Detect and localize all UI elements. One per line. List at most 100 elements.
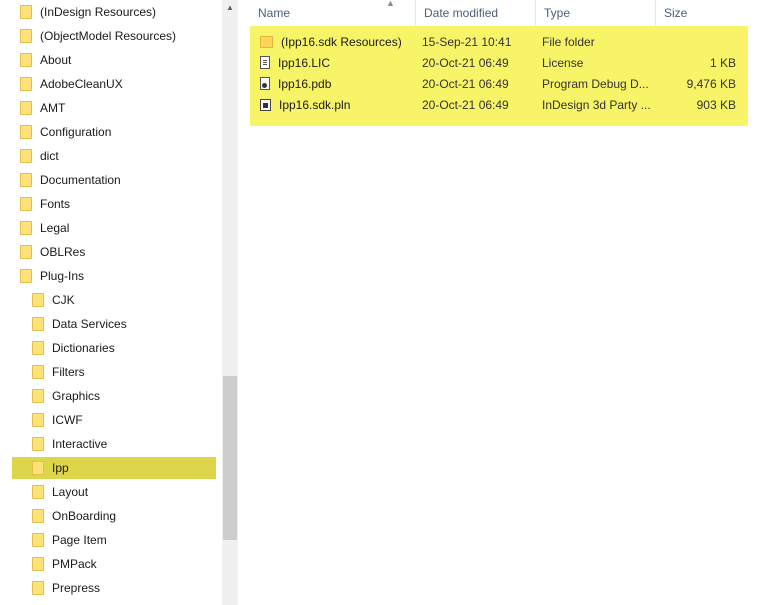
folder-icon	[32, 557, 44, 571]
file-size-cell: 903 KB	[696, 97, 736, 112]
column-header-date[interactable]: Date modified	[416, 0, 536, 26]
nav-item-label: About	[40, 53, 72, 67]
scrollbar-thumb[interactable]	[223, 376, 237, 540]
file-row[interactable]: Ipp16.pdb 20-Oct-21 06:49 Program Debug D.…	[250, 73, 748, 94]
nav-item-label: Interactive	[52, 437, 108, 451]
folder-icon	[20, 197, 32, 211]
folder-icon	[32, 437, 44, 451]
column-header-name-label: Name	[258, 6, 291, 20]
column-header-date-label: Date modified	[424, 6, 499, 20]
nav-item-label: Configuration	[40, 125, 112, 139]
nav-item-label: ICWF	[52, 413, 83, 427]
folder-icon	[32, 365, 44, 379]
nav-item-legal[interactable]: Legal	[0, 217, 222, 239]
column-header-size[interactable]: Size	[656, 0, 736, 26]
folder-icon	[32, 389, 44, 403]
file-row[interactable]: (Ipp16.sdk Resources) 15-Sep-21 10:41 File…	[250, 31, 748, 52]
nav-item-label: OBLRes	[40, 245, 86, 259]
folder-icon	[260, 35, 273, 48]
navigation-scrollbar[interactable]: ▲	[222, 0, 238, 605]
nav-item-label: CJK	[52, 293, 75, 307]
nav-item-page-item[interactable]: Page Item	[0, 529, 222, 551]
file-type-cell: Program Debug D...	[542, 76, 649, 91]
navigation-pane: (InDesign Resources) (ObjectModel Resourc…	[0, 0, 222, 605]
nav-item-layout[interactable]: Layout	[0, 481, 222, 503]
nav-item-label: OnBoarding	[52, 509, 117, 523]
nav-item-label: Data Services	[52, 317, 127, 331]
folder-icon	[20, 29, 32, 43]
column-header-type[interactable]: Type	[536, 0, 656, 26]
nav-item-graphics[interactable]: Graphics	[0, 385, 222, 407]
folder-icon	[32, 317, 44, 331]
nav-item-onboarding[interactable]: OnBoarding	[0, 505, 222, 527]
nav-item-oblres[interactable]: OBLRes	[0, 241, 222, 263]
folder-icon	[20, 245, 32, 259]
plugin-file-icon	[260, 98, 271, 111]
folder-icon	[32, 293, 44, 307]
nav-item-label: AMT	[40, 101, 66, 115]
nav-item-dict[interactable]: dict	[0, 145, 222, 167]
file-row[interactable]: Ipp16.sdk.pln 20-Oct-21 06:49 InDesign 3d …	[250, 94, 748, 115]
nav-item-label: Legal	[40, 221, 70, 235]
nav-item-fonts[interactable]: Fonts	[0, 193, 222, 215]
nav-item-label: Ipp	[52, 461, 69, 475]
nav-item-dictionaries[interactable]: Dictionaries	[0, 337, 222, 359]
nav-item-indesign-resources[interactable]: (InDesign Resources)	[0, 1, 222, 23]
nav-item-configuration[interactable]: Configuration	[0, 121, 222, 143]
debug-file-icon	[260, 77, 270, 90]
folder-icon	[32, 413, 44, 427]
nav-item-label: Documentation	[40, 173, 121, 187]
nav-item-objectmodel-resources[interactable]: (ObjectModel Resources)	[0, 25, 222, 47]
folder-icon	[32, 581, 44, 595]
folder-icon	[20, 5, 32, 19]
nav-item-label: (InDesign Resources)	[40, 5, 157, 19]
folder-icon	[20, 53, 32, 67]
nav-item-label: Layout	[52, 485, 89, 499]
scroll-up-arrow-icon[interactable]: ▲	[222, 0, 238, 16]
file-date-cell: 15-Sep-21 10:41	[422, 34, 512, 49]
folder-icon	[32, 509, 44, 523]
file-size-cell: 1 KB	[709, 55, 736, 70]
nav-item-pmpack[interactable]: PMPack	[0, 553, 222, 575]
nav-item-plug-ins[interactable]: Plug-Ins	[0, 265, 222, 287]
nav-item-interactive[interactable]: Interactive	[0, 433, 222, 455]
nav-item-icwf[interactable]: ICWF	[0, 409, 222, 431]
nav-item-adobecleanux[interactable]: AdobeCleanUX	[0, 73, 222, 95]
file-name-cell: (Ipp16.sdk Resources)	[260, 31, 410, 52]
nav-item-label: Page Item	[52, 533, 107, 547]
nav-item-prepress[interactable]: Prepress	[0, 577, 222, 599]
document-icon	[260, 56, 270, 69]
nav-item-ipp[interactable]: Ipp	[12, 457, 216, 479]
folder-icon	[32, 533, 44, 547]
file-size-cell	[656, 31, 736, 52]
file-date-cell: 20-Oct-21 06:49	[422, 55, 509, 70]
nav-item-label: (ObjectModel Resources)	[40, 29, 177, 43]
nav-item-label: Dictionaries	[52, 341, 115, 355]
file-name: (Ipp16.sdk Resources)	[281, 34, 402, 49]
file-row[interactable]: Ipp16.LIC 20-Oct-21 06:49 License 1 KB	[250, 52, 748, 73]
file-date-cell: 20-Oct-21 06:49	[422, 76, 509, 91]
nav-item-amt[interactable]: AMT	[0, 97, 222, 119]
nav-item-documentation[interactable]: Documentation	[0, 169, 222, 191]
folder-icon	[32, 485, 44, 499]
nav-item-cjk[interactable]: CJK	[0, 289, 222, 311]
column-header-size-label: Size	[664, 6, 688, 20]
file-type-cell: License	[542, 55, 584, 70]
file-name: Ipp16.LIC	[278, 55, 331, 70]
file-name-cell: Ipp16.LIC	[260, 52, 410, 73]
folder-icon	[20, 101, 32, 115]
nav-item-filters[interactable]: Filters	[0, 361, 222, 383]
folder-icon	[20, 173, 32, 187]
file-name: Ipp16.pdb	[278, 76, 332, 91]
nav-item-label: PMPack	[52, 557, 97, 571]
nav-item-about[interactable]: About	[0, 49, 222, 71]
nav-item-data-services[interactable]: Data Services	[0, 313, 222, 335]
nav-item-label: Filters	[52, 365, 85, 379]
column-header-name[interactable]: Name ▲	[250, 0, 416, 26]
nav-item-label: Plug-Ins	[40, 269, 85, 283]
folder-icon	[20, 149, 32, 163]
file-size-cell: 9,476 KB	[686, 76, 736, 91]
file-name-cell: Ipp16.pdb	[260, 73, 410, 94]
folder-icon	[32, 461, 44, 475]
folder-icon	[20, 77, 32, 91]
